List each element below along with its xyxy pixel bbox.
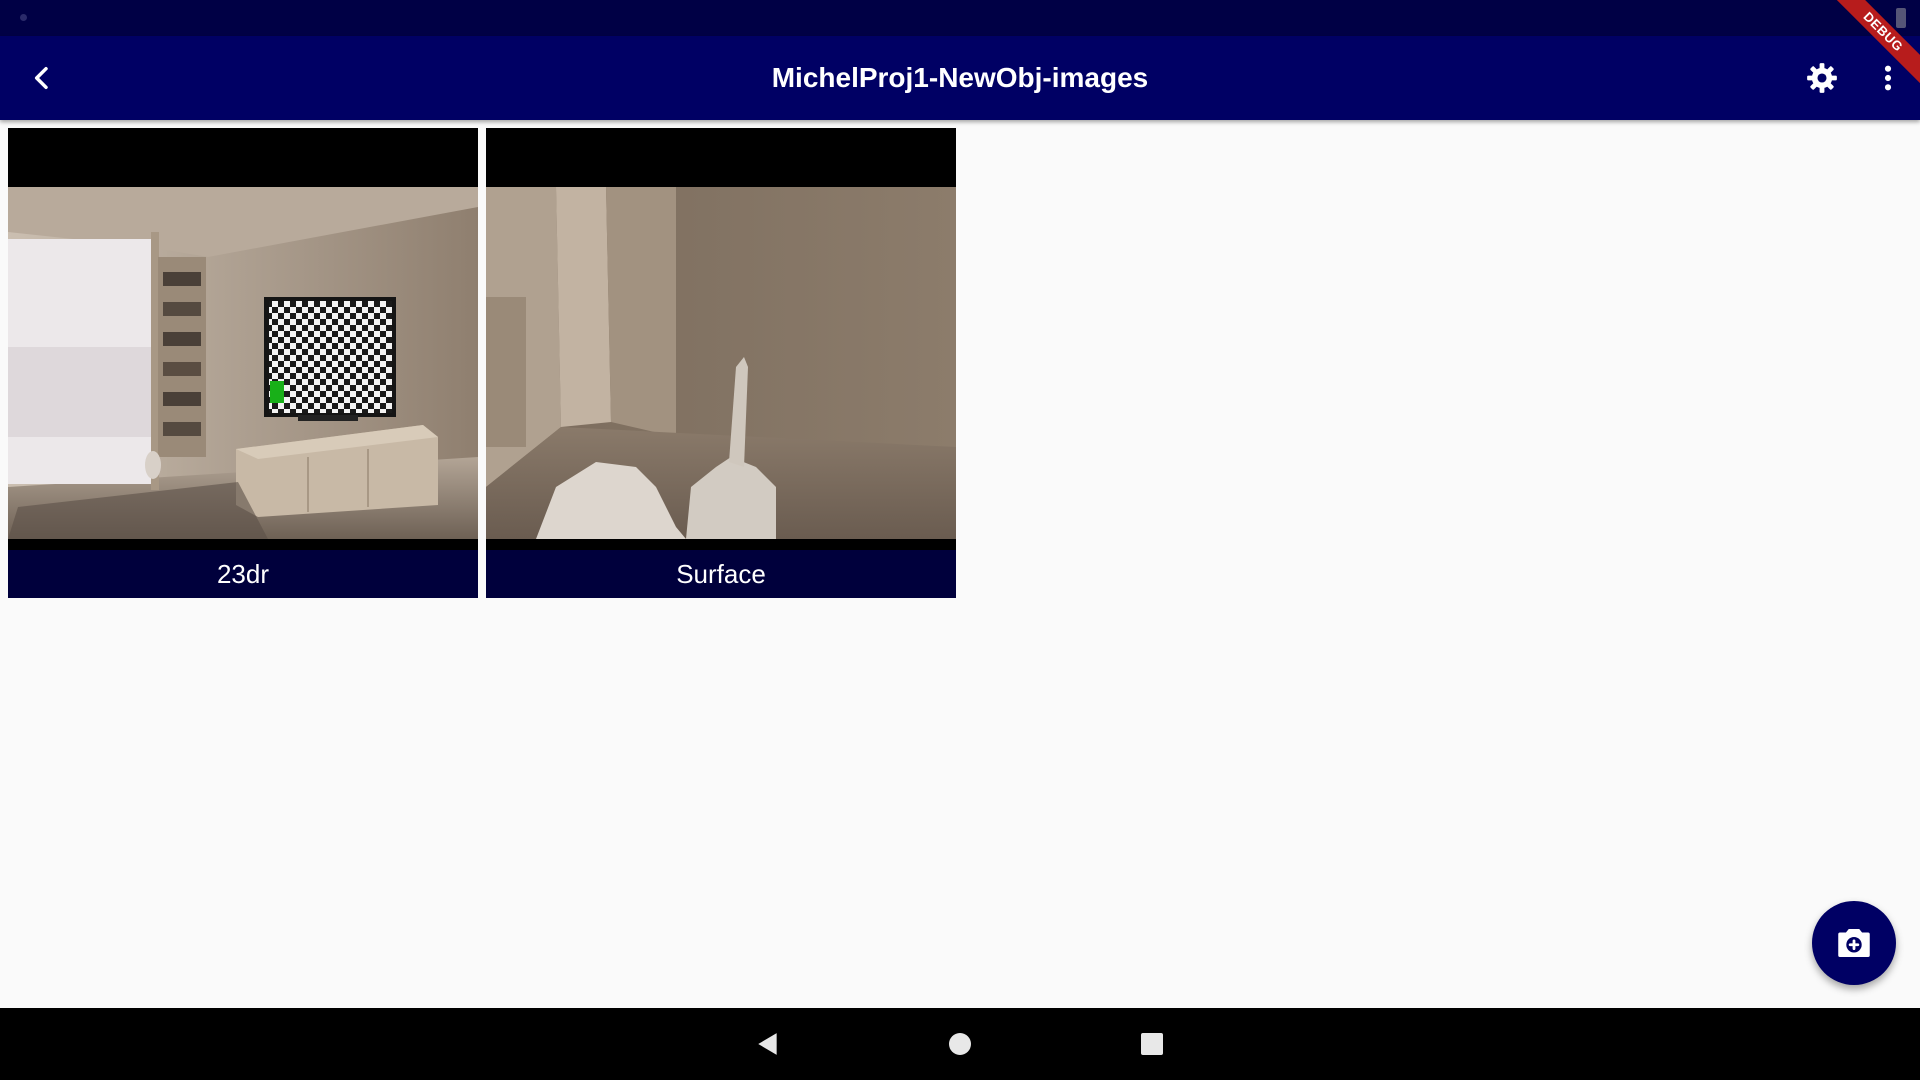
circle-home-icon — [949, 1033, 971, 1055]
chevron-left-icon — [34, 66, 48, 90]
more-vertical-icon — [1884, 65, 1892, 91]
page-title: MichelProj1-NewObj-images — [771, 62, 1149, 93]
nav-back-button[interactable] — [744, 1020, 792, 1068]
image-label: 23dr — [8, 550, 478, 598]
more-options-button[interactable] — [1858, 48, 1918, 108]
image-tile-surface[interactable]: Surface — [486, 128, 956, 598]
settings-button[interactable] — [1792, 48, 1852, 108]
gear-icon — [1807, 63, 1837, 93]
nav-recents-button[interactable] — [1128, 1020, 1176, 1068]
status-bar — [0, 0, 1920, 36]
image-grid: 23dr Surface — [8, 128, 956, 598]
image-tile-23dr[interactable]: 23dr — [8, 128, 478, 598]
system-navigation-bar — [0, 1008, 1920, 1080]
room-tv-thumbnail — [8, 187, 478, 539]
surface-thumbnail — [486, 187, 956, 539]
camera-icon — [1838, 929, 1870, 957]
triangle-back-icon — [758, 1033, 777, 1055]
battery-icon — [1896, 8, 1906, 28]
nav-home-button[interactable] — [936, 1020, 984, 1068]
square-recents-icon — [1141, 1033, 1163, 1055]
app-bar: MichelProj1-NewObj-images — [0, 36, 1920, 120]
back-button[interactable] — [12, 48, 72, 108]
notification-dot-icon — [20, 14, 27, 21]
take-photo-button[interactable] — [1812, 901, 1896, 985]
image-label: Surface — [486, 550, 956, 598]
